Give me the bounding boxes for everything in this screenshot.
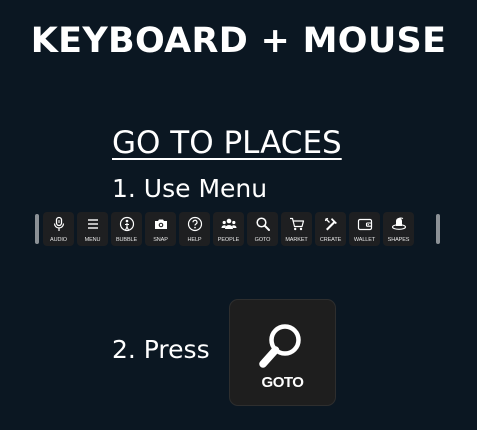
page-title: KEYBOARD + MOUSE	[30, 21, 447, 61]
step-1-text: 1. Use Menu	[112, 174, 268, 203]
menu-item-snap[interactable]: SNAP	[145, 212, 176, 246]
menu-item-shapes[interactable]: SHAPES	[383, 212, 414, 246]
menu-bar: AUDIO MENU BUBBLE SNAP HELP PEOPLE GOTO …	[35, 212, 440, 246]
menu-item-market[interactable]: MARKET	[281, 212, 312, 246]
menu-item-goto[interactable]: GOTO	[247, 212, 278, 246]
menu-bar-left-grip[interactable]	[35, 214, 39, 244]
menu-item-label: SNAP	[153, 237, 168, 243]
menu-item-bubble[interactable]: BUBBLE	[111, 212, 142, 246]
menu-item-label: MENU	[84, 237, 101, 243]
menu-bar-right-grip[interactable]	[436, 214, 440, 244]
search-icon	[259, 324, 301, 368]
camera-icon	[154, 219, 167, 229]
hamburger-icon	[87, 219, 98, 229]
menu-item-label: BUBBLE	[115, 237, 138, 243]
menu-bar-items: AUDIO MENU BUBBLE SNAP HELP PEOPLE GOTO …	[43, 212, 414, 246]
menu-item-menu[interactable]: MENU	[77, 212, 108, 246]
menu-item-label: HELP	[187, 237, 202, 243]
section-title: GO TO PLACES	[112, 125, 342, 161]
wallet-icon	[357, 218, 372, 231]
menu-item-label: CREATE	[319, 237, 342, 243]
help-icon	[187, 216, 202, 232]
goto-button-label: GOTO	[261, 374, 304, 391]
menu-item-label: PEOPLE	[217, 237, 240, 243]
menu-item-label: MARKET	[285, 237, 308, 243]
cart-icon	[289, 217, 304, 231]
menu-item-label: WALLET	[353, 237, 376, 243]
menu-item-help[interactable]: HELP	[179, 212, 210, 246]
create-icon	[324, 217, 337, 231]
shapes-icon	[391, 217, 406, 230]
goto-button[interactable]: GOTO	[229, 299, 336, 406]
step-2-text: 2. Press	[112, 335, 210, 364]
menu-item-audio[interactable]: AUDIO	[43, 212, 74, 246]
people-icon	[221, 218, 236, 229]
search-icon	[255, 217, 270, 231]
microphone-icon	[53, 216, 64, 231]
menu-item-people[interactable]: PEOPLE	[213, 212, 244, 246]
menu-item-wallet[interactable]: WALLET	[349, 212, 380, 246]
bubble-icon	[119, 216, 134, 232]
menu-item-create[interactable]: CREATE	[315, 212, 346, 246]
menu-item-label: AUDIO	[50, 237, 67, 243]
menu-item-label: GOTO	[254, 237, 271, 243]
menu-item-label: SHAPES	[387, 237, 410, 243]
